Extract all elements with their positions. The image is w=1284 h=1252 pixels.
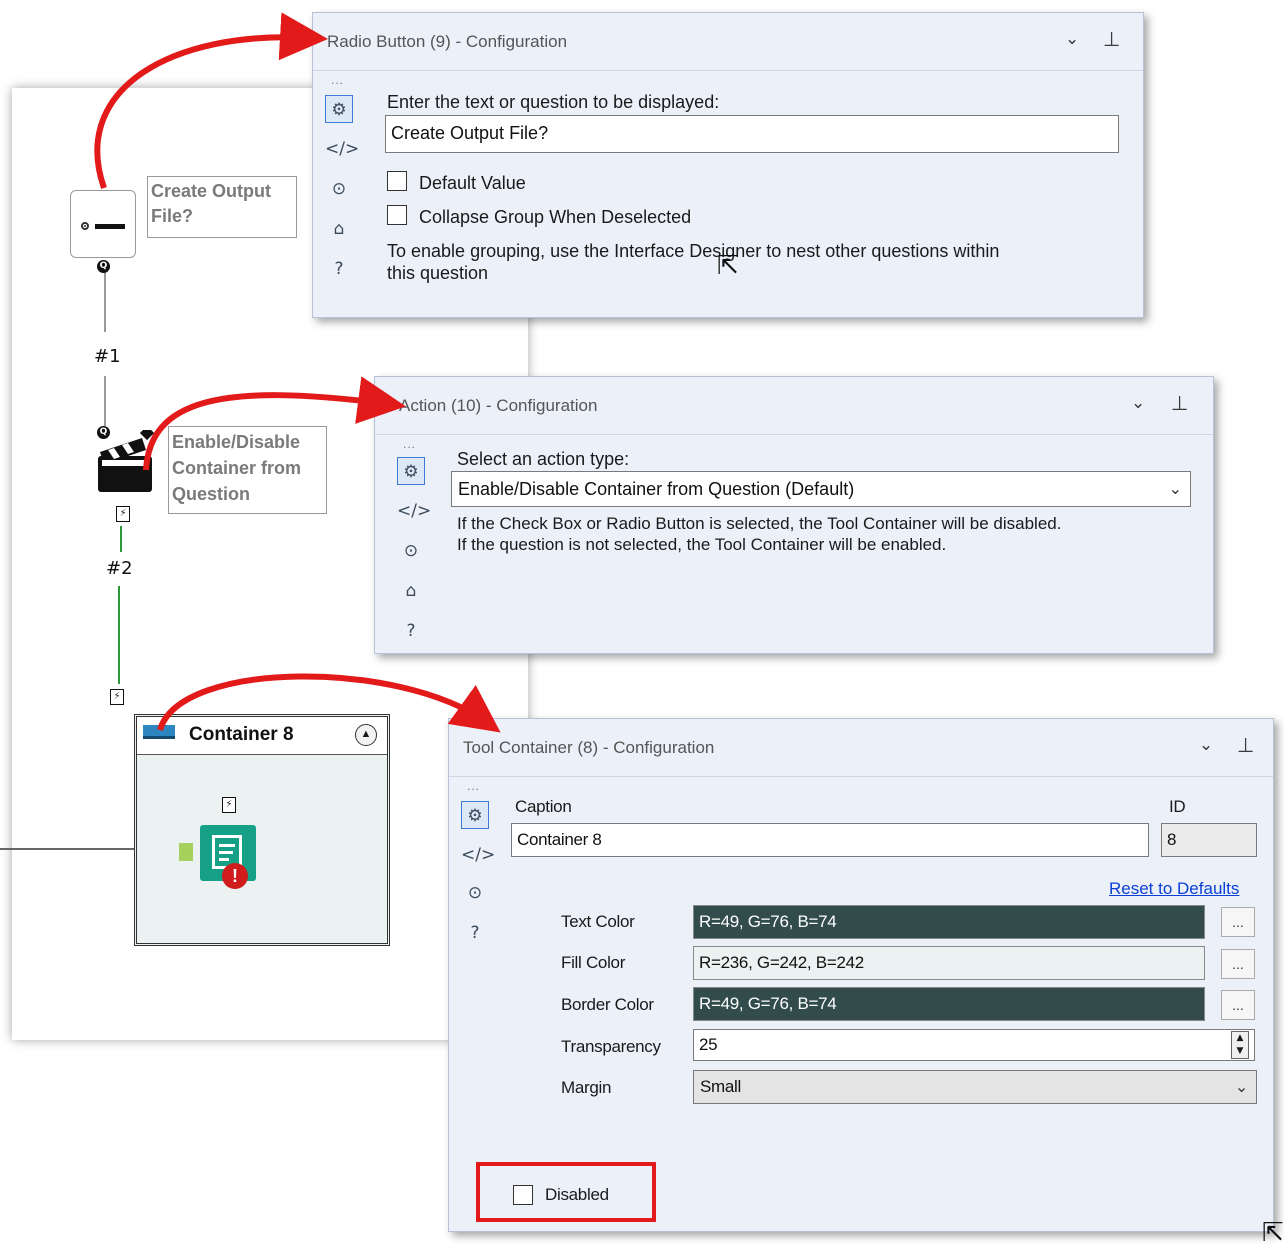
text-color-picker-button[interactable]: ... bbox=[1221, 907, 1255, 937]
radio-icon bbox=[81, 222, 89, 230]
help-icon[interactable]: ? bbox=[397, 617, 425, 645]
collapse-group-label: Collapse Group When Deselected bbox=[419, 207, 692, 227]
mouse-cursor-icon: ⇱ bbox=[1262, 1218, 1284, 1248]
fill-color-label: Fill Color bbox=[561, 953, 626, 972]
help-icon[interactable]: ? bbox=[325, 255, 353, 283]
code-icon[interactable]: </> bbox=[461, 841, 495, 869]
panel-title-bar: Radio Button (9) - Configuration ⌄ ⊥ bbox=[313, 13, 1143, 71]
container-icon bbox=[143, 725, 175, 739]
margin-select[interactable]: Small ⌄ bbox=[693, 1070, 1257, 1104]
transparency-input[interactable]: 25 bbox=[693, 1029, 1255, 1061]
transparency-spinner[interactable]: ▲ ▼ bbox=[1231, 1031, 1249, 1059]
more-icon[interactable]: ... bbox=[467, 779, 480, 793]
config-tab-rail: ... ⚙ </> ⊙ ⌂ ? bbox=[385, 435, 437, 653]
navigate-icon[interactable]: ⊙ bbox=[397, 537, 425, 565]
action-config-panel: Action (10) - Configuration ⌄ ⊥ ... ⚙ </… bbox=[374, 376, 1214, 654]
default-value-checkbox[interactable] bbox=[387, 171, 407, 191]
pin-icon[interactable]: ⊥ bbox=[1171, 391, 1188, 415]
border-color-picker-button[interactable]: ... bbox=[1221, 990, 1255, 1020]
pin-icon[interactable]: ⊥ bbox=[1237, 733, 1254, 757]
action-type-label: Select an action type: bbox=[457, 449, 630, 469]
chevron-down-icon[interactable]: ⌄ bbox=[1131, 393, 1145, 413]
container-header[interactable]: Container 8 ▲ bbox=[137, 717, 387, 755]
radio-button-tool[interactable] bbox=[70, 190, 136, 258]
container-title: Container 8 bbox=[189, 724, 294, 745]
radio-label-icon bbox=[95, 224, 125, 229]
prompt-input[interactable]: Create Output File? bbox=[385, 115, 1119, 153]
panel-title: Radio Button (9) - Configuration bbox=[327, 32, 568, 51]
action-description: If the Check Box or Radio Button is sele… bbox=[457, 514, 1062, 533]
connection-line bbox=[104, 376, 106, 426]
chevron-up-icon[interactable]: ▲ bbox=[355, 724, 377, 746]
gear-icon[interactable]: ⚙ bbox=[397, 457, 425, 485]
connection-line bbox=[118, 586, 120, 684]
margin-label: Margin bbox=[561, 1078, 612, 1097]
connection-label-2: #2 bbox=[106, 558, 133, 579]
margin-value: Small bbox=[700, 1077, 742, 1096]
config-tab-rail: ... ⚙ </> ⊙ ⌂ ? bbox=[313, 71, 365, 317]
prompt-label: Enter the text or question to be display… bbox=[387, 92, 720, 112]
connection-label-1: #1 bbox=[94, 346, 121, 367]
more-icon[interactable]: ... bbox=[403, 437, 416, 451]
action-description-cont: If the question is not selected, the Too… bbox=[457, 535, 947, 554]
radio-button-config-panel: Radio Button (9) - Configuration ⌄ ⊥ ...… bbox=[312, 12, 1144, 318]
fill-color-picker-button[interactable]: ... bbox=[1221, 949, 1255, 979]
id-field: 8 bbox=[1161, 823, 1257, 857]
question-anchor-icon[interactable]: Q bbox=[97, 260, 110, 273]
chevron-down-icon: ⌄ bbox=[1234, 1077, 1248, 1096]
action-anchor-icon[interactable]: ⚡ bbox=[116, 506, 130, 522]
tool-container[interactable]: Container 8 ▲ ⚡ ! bbox=[134, 714, 390, 946]
border-color-label: Border Color bbox=[561, 995, 654, 1014]
code-icon[interactable]: </> bbox=[397, 497, 431, 525]
chevron-down-icon[interactable]: ⌄ bbox=[1065, 29, 1079, 49]
radio-annotation: Create Output File? bbox=[147, 176, 297, 238]
caption-input[interactable]: Container 8 bbox=[511, 823, 1149, 857]
text-color-swatch[interactable]: R=49, G=76, B=74 bbox=[693, 905, 1205, 939]
action-type-select[interactable]: Enable/Disable Container from Question (… bbox=[451, 471, 1191, 507]
input-anchor-icon[interactable] bbox=[179, 843, 193, 861]
id-label: ID bbox=[1169, 797, 1186, 816]
connection-line bbox=[120, 526, 122, 552]
more-icon[interactable]: ... bbox=[331, 73, 344, 87]
default-value-label: Default Value bbox=[419, 173, 526, 193]
tag-icon[interactable]: ⌂ bbox=[325, 215, 353, 243]
tool-container-config-panel: Tool Container (8) - Configuration ⌄ ⊥ .… bbox=[448, 718, 1274, 1232]
pin-icon[interactable]: ⊥ bbox=[1103, 27, 1120, 51]
panel-title: Tool Container (8) - Configuration bbox=[463, 738, 715, 757]
text-color-label: Text Color bbox=[561, 912, 635, 931]
chevron-down-icon: ⌄ bbox=[1168, 479, 1182, 498]
action-annotation: Enable/Disable Container from Question bbox=[168, 426, 327, 514]
code-icon[interactable]: </> bbox=[325, 135, 359, 163]
gear-icon[interactable]: ⚙ bbox=[461, 801, 489, 829]
disabled-highlight bbox=[476, 1162, 656, 1222]
caption-label: Caption bbox=[515, 797, 572, 816]
chevron-down-icon[interactable]: ⌄ bbox=[1199, 735, 1213, 755]
clapperboard-icon bbox=[98, 425, 155, 492]
panel-title-bar: Action (10) - Configuration ⌄ ⊥ bbox=[375, 377, 1213, 435]
help-icon[interactable]: ? bbox=[461, 919, 489, 947]
mouse-cursor-icon: ⇱ bbox=[717, 251, 739, 281]
action-anchor-icon[interactable]: ⚡ bbox=[110, 689, 124, 705]
gear-icon[interactable]: ⚙ bbox=[325, 95, 353, 123]
border-color-swatch[interactable]: R=49, G=76, B=74 bbox=[693, 987, 1205, 1021]
panel-title-bar: Tool Container (8) - Configuration ⌄ ⊥ bbox=[449, 719, 1273, 777]
panel-title: Action (10) - Configuration bbox=[399, 396, 598, 415]
fill-color-swatch[interactable]: R=236, G=242, B=242 bbox=[693, 946, 1205, 980]
action-tool[interactable] bbox=[96, 425, 155, 494]
navigate-icon[interactable]: ⊙ bbox=[325, 175, 353, 203]
reset-to-defaults-link[interactable]: Reset to Defaults bbox=[1109, 879, 1239, 899]
action-anchor-icon[interactable]: ⚡ bbox=[222, 797, 236, 813]
navigate-icon[interactable]: ⊙ bbox=[461, 879, 489, 907]
output-data-tool[interactable]: ! bbox=[196, 817, 260, 889]
tag-icon[interactable]: ⌂ bbox=[397, 577, 425, 605]
connection-line bbox=[104, 270, 106, 332]
collapse-group-checkbox[interactable] bbox=[387, 205, 407, 225]
action-type-value: Enable/Disable Container from Question (… bbox=[458, 479, 855, 499]
error-icon: ! bbox=[222, 863, 248, 889]
grouping-hint-cont: this question bbox=[387, 263, 489, 283]
transparency-label: Transparency bbox=[561, 1037, 661, 1056]
grouping-hint: To enable grouping, use the Interface De… bbox=[387, 241, 1000, 261]
